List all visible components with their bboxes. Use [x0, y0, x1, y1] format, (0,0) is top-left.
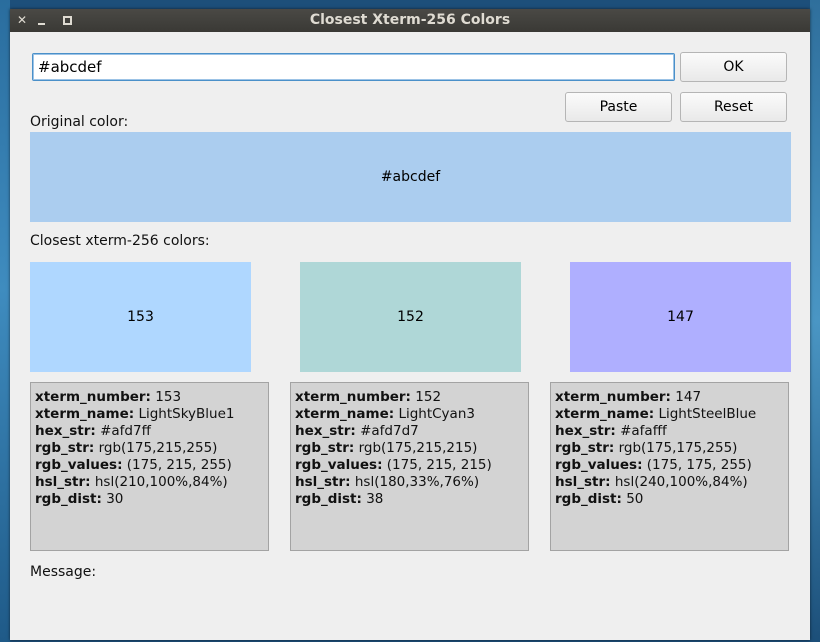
info-row-rgb-values: rgb_values: (175, 175, 255) — [555, 457, 788, 474]
info-key: hsl_str: — [555, 474, 611, 490]
info-key: rgb_dist: — [295, 491, 362, 507]
info-row-xterm-number: xterm_number: 153 — [35, 389, 268, 406]
closest-swatch-2: 152 — [300, 262, 521, 372]
info-key: xterm_number: — [35, 389, 151, 405]
info-key: hex_str: — [35, 423, 96, 439]
info-row-hsl-str: hsl_str: hsl(180,33%,76%) — [295, 474, 528, 491]
info-key: rgb_str: — [295, 440, 355, 456]
desktop-background-right — [810, 0, 820, 642]
info-row-hsl-str: hsl_str: hsl(240,100%,84%) — [555, 474, 788, 491]
closest-swatch-number: 152 — [397, 309, 424, 325]
info-value: LightSteelBlue — [658, 406, 757, 422]
resize-grip-icon[interactable] — [798, 628, 808, 638]
info-row-xterm-number: xterm_number: 152 — [295, 389, 528, 406]
closest-colors-label: Closest xterm-256 colors: — [30, 233, 210, 249]
info-row-rgb-values: rgb_values: (175, 215, 215) — [295, 457, 528, 474]
info-value: #afd7d7 — [360, 423, 419, 439]
reset-button[interactable]: Reset — [680, 92, 787, 122]
window-title: Closest Xterm-256 Colors — [309, 12, 511, 28]
info-row-hex-str: hex_str: #afd7d7 — [295, 423, 528, 440]
info-value: LightSkyBlue1 — [138, 406, 235, 422]
info-value: 153 — [155, 389, 182, 405]
app-window: ✕ Closest Xterm-256 Colors OK Paste Rese… — [10, 9, 810, 640]
ok-button[interactable]: OK — [680, 52, 787, 82]
info-key: rgb_values: — [555, 457, 643, 473]
info-key: rgb_dist: — [555, 491, 622, 507]
info-value: 147 — [675, 389, 702, 405]
info-key: xterm_number: — [555, 389, 671, 405]
closest-swatch-3: 147 — [570, 262, 791, 372]
info-value: rgb(175,175,255) — [618, 440, 738, 456]
info-value: hsl(210,100%,84%) — [94, 474, 228, 490]
info-row-rgb-str: rgb_str: rgb(175,175,255) — [555, 440, 788, 457]
info-value: (175, 215, 255) — [126, 457, 232, 473]
info-key: hex_str: — [555, 423, 616, 439]
info-value: 152 — [415, 389, 442, 405]
info-row-xterm-name: xterm_name: LightSteelBlue — [555, 406, 788, 423]
info-value: rgb(175,215,255) — [98, 440, 218, 456]
color-info-panel-2: xterm_number: 152 xterm_name: LightCyan3… — [290, 382, 529, 551]
info-key: xterm_name: — [35, 406, 135, 422]
info-row-rgb-dist: rgb_dist: 30 — [35, 491, 268, 508]
info-value: 38 — [366, 491, 384, 507]
color-info-panel-1: xterm_number: 153 xterm_name: LightSkyBl… — [30, 382, 269, 551]
info-row-rgb-values: rgb_values: (175, 215, 255) — [35, 457, 268, 474]
color-info-panel-3: xterm_number: 147 xterm_name: LightSteel… — [550, 382, 789, 551]
info-key: hsl_str: — [295, 474, 351, 490]
closest-swatch-number: 147 — [667, 309, 694, 325]
info-key: hsl_str: — [35, 474, 91, 490]
color-hex-input[interactable] — [32, 53, 675, 81]
info-row-rgb-str: rgb_str: rgb(175,215,255) — [35, 440, 268, 457]
info-value: (175, 215, 215) — [386, 457, 492, 473]
original-color-swatch: #abcdef — [30, 132, 791, 222]
info-key: rgb_str: — [555, 440, 615, 456]
info-row-xterm-name: xterm_name: LightCyan3 — [295, 406, 528, 423]
closest-swatch-number: 153 — [127, 309, 154, 325]
info-row-hex-str: hex_str: #afd7ff — [35, 423, 268, 440]
paste-button[interactable]: Paste — [565, 92, 672, 122]
original-color-label: Original color: — [30, 114, 129, 130]
info-value: 30 — [106, 491, 124, 507]
info-key: rgb_dist: — [35, 491, 102, 507]
info-key: xterm_name: — [295, 406, 395, 422]
info-key: xterm_number: — [295, 389, 411, 405]
info-key: rgb_str: — [35, 440, 95, 456]
title-bar[interactable]: ✕ Closest Xterm-256 Colors — [10, 9, 810, 32]
info-row-rgb-str: rgb_str: rgb(175,215,215) — [295, 440, 528, 457]
info-key: rgb_values: — [35, 457, 123, 473]
info-value: LightCyan3 — [398, 406, 475, 422]
closest-swatch-1: 153 — [30, 262, 251, 372]
info-row-xterm-name: xterm_name: LightSkyBlue1 — [35, 406, 268, 423]
info-value: 50 — [626, 491, 644, 507]
info-value: #afafff — [620, 423, 667, 439]
info-row-hsl-str: hsl_str: hsl(210,100%,84%) — [35, 474, 268, 491]
info-key: hex_str: — [295, 423, 356, 439]
message-label: Message: — [30, 564, 97, 580]
info-value: hsl(240,100%,84%) — [614, 474, 748, 490]
info-key: xterm_name: — [555, 406, 655, 422]
info-value: hsl(180,33%,76%) — [354, 474, 480, 490]
info-value: (175, 175, 255) — [646, 457, 752, 473]
info-value: #afd7ff — [100, 423, 151, 439]
desktop-background-left — [0, 0, 10, 642]
info-row-rgb-dist: rgb_dist: 38 — [295, 491, 528, 508]
info-row-hex-str: hex_str: #afafff — [555, 423, 788, 440]
original-color-hex: #abcdef — [380, 169, 441, 185]
info-row-rgb-dist: rgb_dist: 50 — [555, 491, 788, 508]
info-key: rgb_values: — [295, 457, 383, 473]
info-row-xterm-number: xterm_number: 147 — [555, 389, 788, 406]
info-value: rgb(175,215,215) — [358, 440, 478, 456]
